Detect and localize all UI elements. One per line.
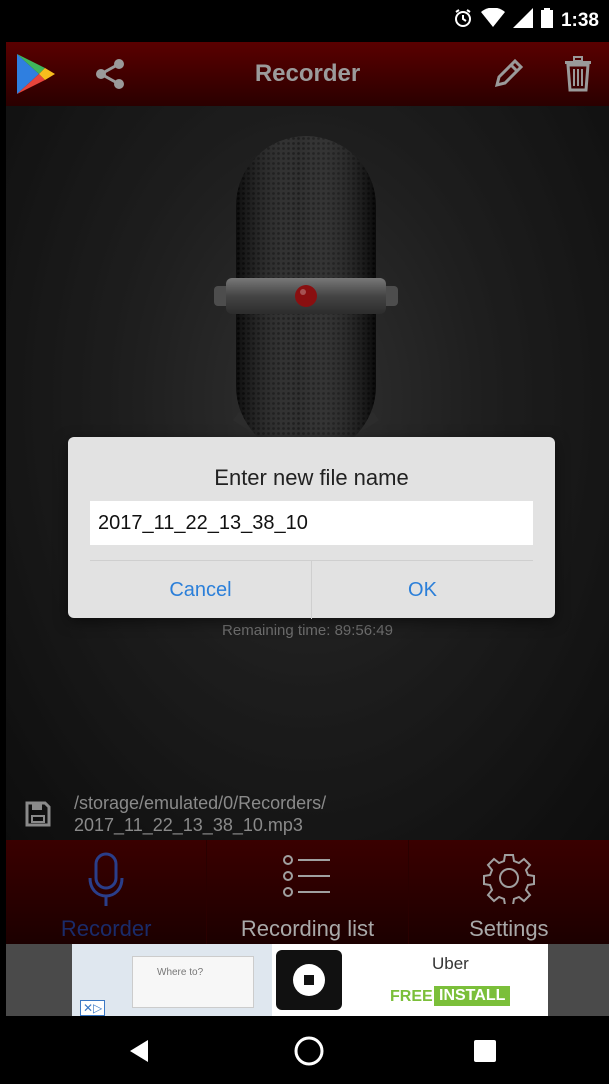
save-icon (24, 800, 52, 833)
tab-settings-label: Settings (469, 916, 549, 941)
cancel-button[interactable]: Cancel (90, 561, 312, 619)
rename-dialog: Enter new file name Cancel OK (68, 437, 555, 619)
screen: 1:38 Recorder Remaining time: 89:56:49 /… (6, 0, 609, 1084)
ad-brand: Uber (432, 954, 469, 973)
ad-screenshot: Where to? ✕▷ (72, 944, 272, 1016)
remaining-time: Remaining time: 89:56:49 (222, 622, 393, 639)
battery-icon (540, 8, 553, 34)
ad-free-label: FREE (390, 988, 433, 1005)
uber-logo (276, 950, 342, 1010)
ad-install-button[interactable]: INSTALL (434, 986, 511, 1006)
file-path: /storage/emulated/0/Recorders/ 2017_11_2… (74, 792, 326, 836)
ad-content[interactable]: Where to? ✕▷ Uber FREE INSTALL (72, 944, 548, 1016)
edit-icon[interactable] (484, 50, 532, 98)
navigation-bar (6, 1016, 609, 1084)
status-time: 1:38 (560, 10, 599, 31)
ad-close-icon[interactable]: ✕▷ (80, 1000, 106, 1016)
ad-preview-card: Where to? (132, 956, 254, 1008)
ad-banner[interactable]: Where to? ✕▷ Uber FREE INSTALL (6, 944, 609, 1016)
signal-icon (512, 8, 533, 34)
status-bar: 1:38 (6, 0, 609, 42)
file-path-line-2: 2017_11_22_13_38_10.mp3 (74, 815, 303, 835)
tab-settings[interactable]: Settings (409, 840, 609, 944)
file-name-input[interactable] (90, 501, 533, 545)
list-icon (283, 855, 331, 897)
file-path-row: /storage/emulated/0/Recorders/ 2017_11_2… (24, 790, 584, 840)
dialog-title: Enter new file name (214, 465, 409, 490)
file-path-line-1: /storage/emulated/0/Recorders/ (74, 793, 327, 813)
microphone-icon (88, 852, 124, 906)
ad-preview-text: Where to? (157, 967, 204, 978)
wifi-icon (480, 7, 505, 34)
recents-icon[interactable] (472, 1038, 498, 1064)
app-bar: Recorder (6, 42, 609, 106)
home-icon[interactable] (292, 1034, 326, 1068)
tab-recording-list[interactable]: Recording list (207, 840, 409, 944)
delete-icon[interactable] (554, 50, 602, 98)
back-icon[interactable] (124, 1036, 154, 1066)
ok-button[interactable]: OK (312, 561, 533, 619)
gear-icon (482, 854, 535, 904)
tab-recorder-label: Recorder (60, 916, 152, 941)
dialog-button-row: Cancel OK (90, 560, 533, 619)
tab-recording-list-label: Recording list (240, 916, 375, 941)
alarm-icon (453, 8, 473, 34)
tab-recorder[interactable]: Recorder (6, 840, 208, 944)
bottom-tab-bar: Recorder Recording list Settings (6, 840, 609, 944)
